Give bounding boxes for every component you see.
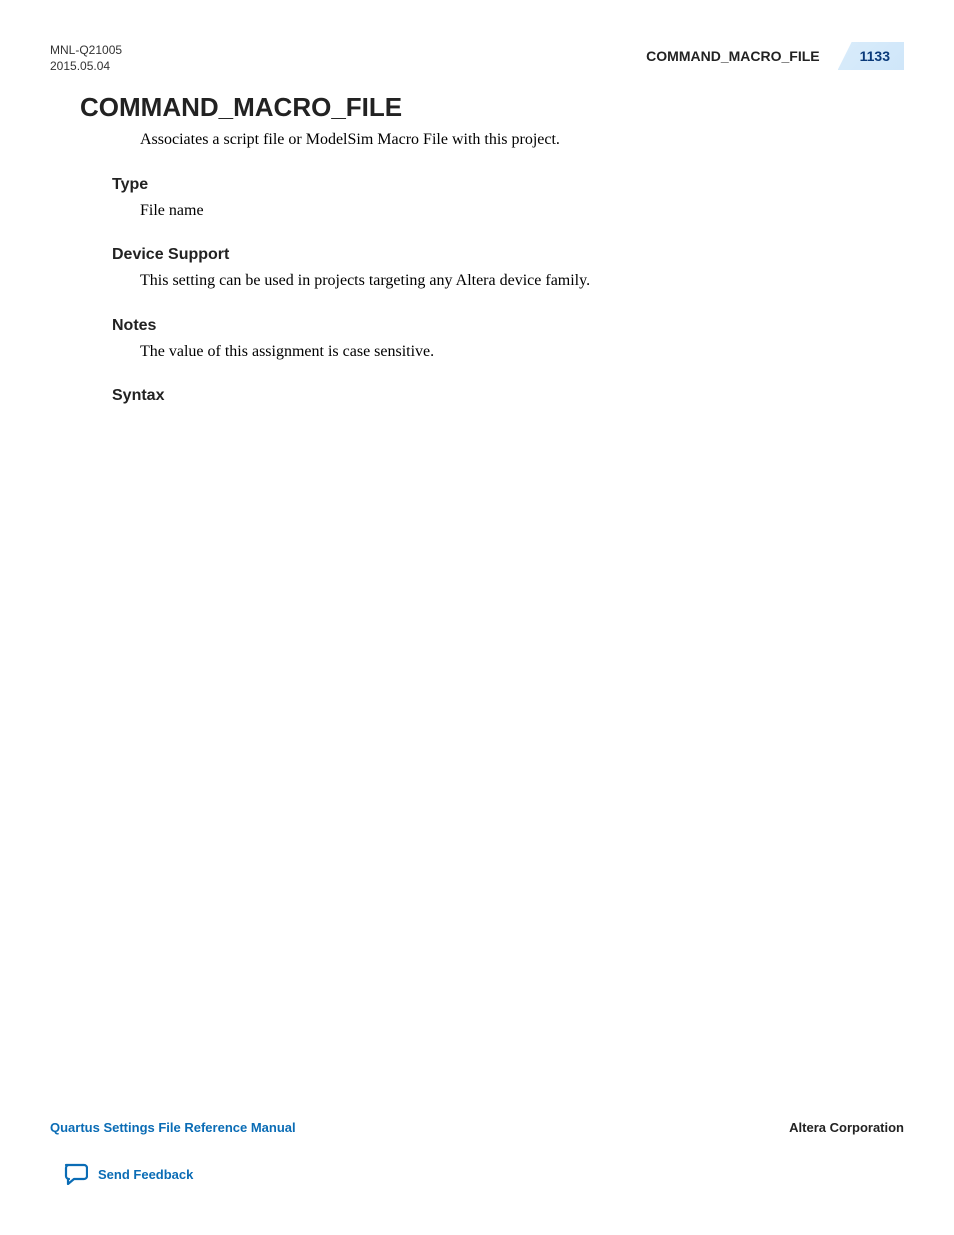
section-body-type: File name — [50, 200, 904, 222]
header-meta: MNL-Q21005 2015.05.04 — [50, 42, 122, 74]
page-footer: Quartus Settings File Reference Manual A… — [50, 1120, 904, 1185]
page-header: MNL-Q21005 2015.05.04 COMMAND_MACRO_FILE… — [50, 42, 904, 74]
page-title: COMMAND_MACRO_FILE — [50, 92, 904, 123]
section-heading-device-support: Device Support — [50, 246, 904, 264]
manual-title-link[interactable]: Quartus Settings File Reference Manual — [50, 1120, 296, 1135]
section-heading-notes: Notes — [50, 317, 904, 335]
section-body-device-support: This setting can be used in projects tar… — [50, 270, 904, 292]
section-body-notes: The value of this assignment is case sen… — [50, 341, 904, 363]
header-right: COMMAND_MACRO_FILE 1133 — [646, 42, 904, 70]
speech-bubble-icon — [62, 1163, 88, 1185]
document-id: MNL-Q21005 — [50, 42, 122, 58]
footer-row: Quartus Settings File Reference Manual A… — [50, 1120, 904, 1135]
document-date: 2015.05.04 — [50, 58, 122, 74]
send-feedback-label: Send Feedback — [98, 1167, 193, 1182]
send-feedback-link[interactable]: Send Feedback — [50, 1163, 904, 1185]
page-description: Associates a script file or ModelSim Mac… — [50, 129, 904, 151]
corporation-label: Altera Corporation — [789, 1120, 904, 1135]
section-heading-syntax: Syntax — [50, 387, 904, 405]
header-command-label: COMMAND_MACRO_FILE — [646, 48, 837, 64]
section-heading-type: Type — [50, 176, 904, 194]
page-number-badge: 1133 — [838, 42, 904, 70]
